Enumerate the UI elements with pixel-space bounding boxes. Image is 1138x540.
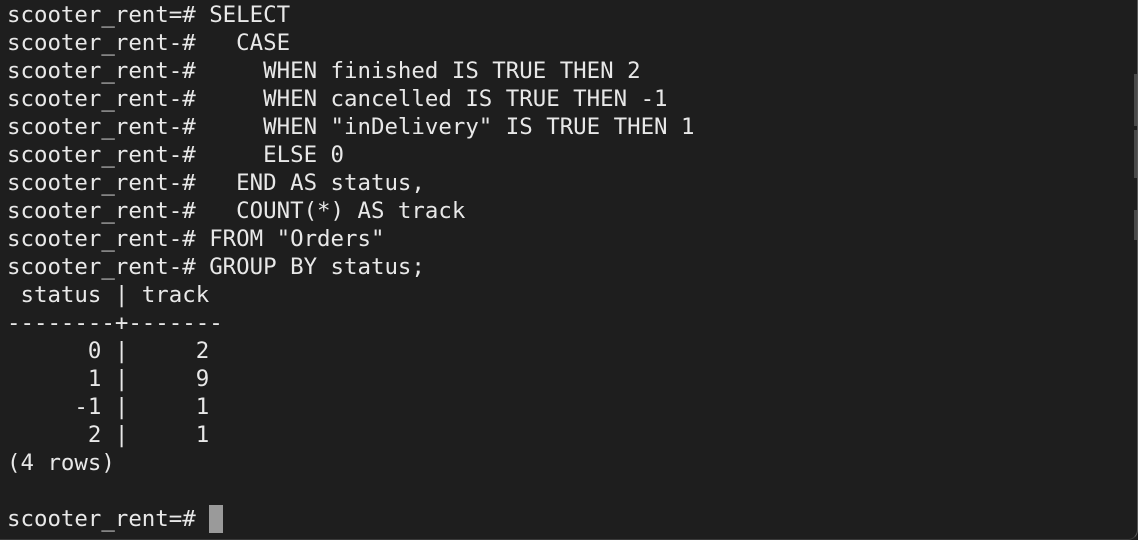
text-cursor (209, 505, 224, 533)
result-table-row: -1 | 1 (7, 394, 210, 420)
terminal-line-count: scooter_rent-# COUNT(*) AS track (7, 198, 466, 224)
result-table-header: status | track (7, 282, 210, 308)
scrollbar-mark (1134, 130, 1137, 178)
terminal-prompt: scooter_rent=# (7, 506, 210, 532)
result-table-separator: --------+------- (7, 310, 223, 336)
scrollbar-mark (1134, 74, 1137, 126)
result-table-row: 1 | 9 (7, 366, 210, 392)
result-table-row: 0 | 2 (7, 338, 210, 364)
terminal-line-from: scooter_rent-# FROM "Orders" (7, 226, 385, 252)
scrollbar-mark (1134, 210, 1137, 240)
terminal-window[interactable]: scooter_rent=# SELECT scooter_rent-# CASE… (0, 0, 1138, 540)
terminal-line-else: scooter_rent-# ELSE 0 (7, 142, 345, 168)
terminal-prompt-line[interactable]: scooter_rent=# (7, 505, 695, 533)
terminal-line-when-cancelled: scooter_rent-# WHEN cancelled IS TRUE TH… (7, 86, 668, 112)
result-table-row: 2 | 1 (7, 422, 210, 448)
terminal-output: scooter_rent=# SELECT scooter_rent-# CASE… (7, 1, 695, 533)
terminal-line-group-by: scooter_rent-# GROUP BY status; (7, 254, 425, 280)
terminal-line-case: scooter_rent-# CASE (7, 30, 291, 56)
terminal-line-end-as-status: scooter_rent-# END AS status, (7, 170, 425, 196)
terminal-line-sql-select: scooter_rent=# SELECT (7, 2, 291, 28)
terminal-line-when-indelivery: scooter_rent-# WHEN "inDelivery" IS TRUE… (7, 114, 695, 140)
result-row-count: (4 rows) (7, 450, 115, 476)
terminal-line-when-finished: scooter_rent-# WHEN finished IS TRUE THE… (7, 58, 641, 84)
